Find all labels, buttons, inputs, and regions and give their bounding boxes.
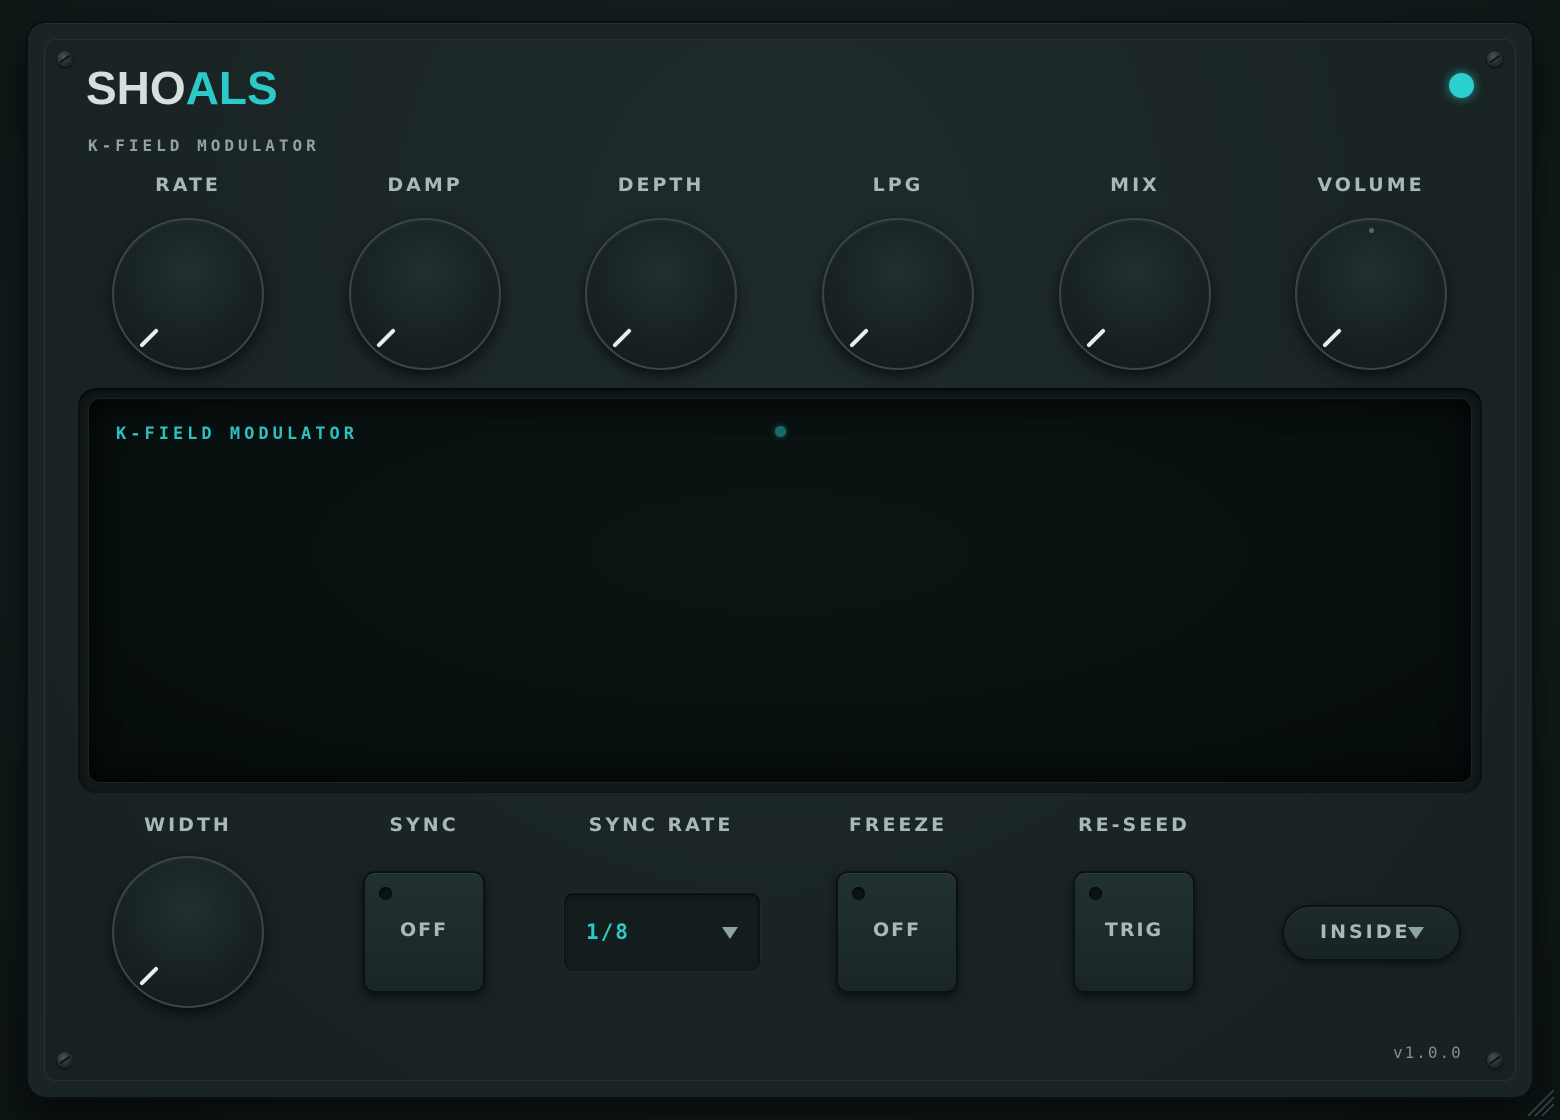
- knob-pointer-icon: [376, 328, 396, 348]
- knob-label: DEPTH: [617, 174, 705, 196]
- screw-icon: [57, 1052, 73, 1068]
- center-mark-icon: [1369, 228, 1374, 233]
- knob-pointer-icon: [1086, 328, 1106, 348]
- visualizer-display[interactable]: [88, 398, 1472, 783]
- depth-knob[interactable]: [585, 218, 737, 370]
- brand-logo: SHOALS: [86, 62, 278, 114]
- knob-pointer-icon: [1322, 328, 1342, 348]
- led-icon: [852, 887, 865, 900]
- rate-knob[interactable]: [112, 218, 264, 370]
- knob-label: RATE: [155, 174, 221, 196]
- lpg-knob[interactable]: [822, 218, 974, 370]
- version-label: v1.0.0: [1393, 1043, 1463, 1062]
- sync-label: SYNC: [389, 814, 459, 836]
- knob-label: LPG: [872, 174, 924, 196]
- resize-grip-icon[interactable]: [1524, 1086, 1556, 1118]
- width-knob[interactable]: [112, 856, 264, 1008]
- plugin-subtitle: K-FIELD MODULATOR: [88, 136, 320, 155]
- screw-icon: [1487, 51, 1503, 67]
- damp-knob[interactable]: [349, 218, 501, 370]
- knob-group-width: [108, 840, 268, 1008]
- knob-group-volume: VOLUME: [1291, 170, 1451, 370]
- sync-toggle[interactable]: OFF: [363, 871, 485, 993]
- knob-label: VOLUME: [1317, 174, 1425, 196]
- sync-state: OFF: [399, 919, 449, 941]
- led-icon: [379, 887, 392, 900]
- sync-rate-value: 1/8: [586, 920, 630, 944]
- freeze-toggle[interactable]: OFF: [836, 871, 958, 993]
- knob-group-damp: DAMP: [345, 170, 505, 370]
- logo-part-1: SHO: [86, 62, 186, 114]
- reseed-state: TRIG: [1104, 919, 1164, 941]
- screw-icon: [1487, 1052, 1503, 1068]
- chevron-down-icon: [722, 927, 738, 939]
- knob-group-mix: MIX: [1055, 170, 1215, 370]
- reseed-button[interactable]: TRIG: [1073, 871, 1195, 993]
- knob-group-depth: DEPTH: [581, 170, 741, 370]
- knob-pointer-icon: [139, 966, 159, 986]
- freeze-label: FREEZE: [848, 814, 948, 836]
- knob-pointer-icon: [849, 328, 869, 348]
- field-point-icon: [775, 426, 786, 437]
- sync-rate-select[interactable]: 1/8: [563, 892, 761, 972]
- led-icon: [1089, 887, 1102, 900]
- mix-knob[interactable]: [1059, 218, 1211, 370]
- knob-group-lpg: LPG: [818, 170, 978, 370]
- knob-pointer-icon: [612, 328, 632, 348]
- knob-group-rate: RATE: [108, 170, 268, 370]
- knob-label: MIX: [1110, 174, 1160, 196]
- sync-rate-label: SYNC RATE: [588, 814, 734, 836]
- logo-part-2: ALS: [185, 62, 278, 114]
- freeze-state: OFF: [872, 919, 922, 941]
- mode-dropdown[interactable]: INSIDE: [1282, 905, 1461, 961]
- display-title: K-FIELD MODULATOR: [116, 424, 358, 444]
- knob-label: DAMP: [387, 174, 463, 196]
- volume-knob[interactable]: [1295, 218, 1447, 370]
- width-label: WIDTH: [144, 814, 232, 836]
- knob-pointer-icon: [139, 328, 159, 348]
- chevron-down-icon: [1408, 927, 1424, 939]
- screw-icon: [57, 51, 73, 67]
- power-led-icon: [1449, 73, 1474, 98]
- reseed-label: RE-SEED: [1078, 814, 1190, 836]
- mode-value: INSIDE: [1320, 921, 1411, 943]
